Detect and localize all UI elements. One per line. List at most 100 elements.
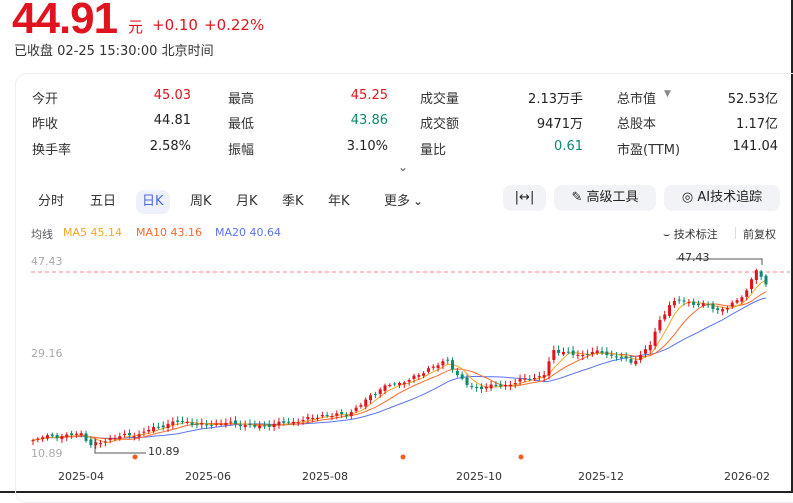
candle-body: [238, 424, 242, 427]
candle-body: [470, 385, 474, 387]
candle-body: [234, 420, 238, 424]
candle-body: [248, 423, 252, 426]
candle-body: [229, 421, 233, 423]
candle-body: [571, 350, 575, 355]
candle-body: [455, 370, 459, 376]
candle-body: [214, 423, 218, 425]
candle-body: [180, 420, 184, 422]
candle-body: [113, 438, 117, 440]
candle-body: [426, 368, 430, 372]
candle-body: [325, 415, 329, 417]
candle-body: [658, 319, 662, 331]
candle-body: [730, 302, 734, 307]
candle-body: [132, 436, 136, 438]
candle-body: [557, 349, 561, 353]
candle-body: [499, 384, 503, 387]
candle-body: [272, 423, 276, 428]
candle-body: [262, 425, 266, 427]
x-tick: 2025-04: [58, 470, 104, 483]
min-marker-line: [94, 438, 146, 454]
candle-body: [89, 439, 93, 446]
candle-body: [716, 308, 720, 311]
candle-body: [55, 435, 59, 439]
candle-body: [725, 308, 729, 310]
candle-body: [369, 395, 373, 401]
x-tick: 2025-06: [185, 470, 231, 483]
candle-body: [687, 302, 691, 304]
candle-body: [152, 427, 156, 432]
candle-body: [484, 386, 488, 389]
x-tick: 2026-02: [724, 470, 770, 483]
min-price-label: 10.89: [148, 445, 180, 458]
candle-body: [672, 301, 676, 306]
event-dot: [132, 454, 138, 460]
candle-body: [639, 354, 643, 360]
y-tick-min: 10.89: [31, 447, 63, 460]
candle-body: [301, 419, 305, 422]
candle-body: [166, 423, 170, 428]
candle-body: [349, 412, 353, 417]
candle-body: [127, 433, 131, 436]
candle-body: [253, 424, 257, 427]
candle-body: [354, 407, 358, 411]
candle-body: [754, 270, 758, 280]
candle-body: [287, 421, 291, 423]
candle-body: [137, 434, 141, 437]
candle-body: [243, 424, 247, 428]
candle-body: [441, 361, 445, 366]
candle-body: [600, 351, 604, 353]
candle-body: [41, 437, 45, 440]
candle-body: [561, 351, 565, 355]
candle-body: [547, 361, 551, 376]
candle-body: [576, 354, 580, 356]
candle-body: [634, 360, 638, 365]
candle-body: [595, 350, 599, 354]
x-tick: 2025-08: [302, 470, 348, 483]
candle-body: [615, 356, 619, 358]
ma5-line: [32, 279, 767, 444]
candle-body: [388, 384, 392, 386]
candle-body: [528, 379, 532, 381]
candle-body: [36, 438, 40, 440]
candle-body: [291, 421, 295, 424]
candle-body: [70, 433, 74, 436]
candle-body: [320, 415, 324, 417]
candle-body: [147, 429, 151, 432]
candle-body: [258, 425, 262, 429]
candle-body: [590, 351, 594, 354]
candle-body: [267, 424, 271, 427]
candle-body: [610, 354, 614, 356]
candle-body: [740, 297, 744, 302]
candle-body: [402, 382, 406, 385]
candle-body: [219, 423, 223, 425]
candle-body: [624, 356, 628, 359]
max-price-label: 47.43: [678, 251, 710, 264]
candle-body: [750, 279, 754, 290]
candle-body: [306, 416, 310, 420]
candle-body: [605, 351, 609, 356]
candle-body: [735, 300, 739, 303]
candle-body: [422, 373, 426, 376]
kline-chart[interactable]: [0, 0, 793, 493]
candle-body: [364, 399, 368, 407]
candle-body: [224, 422, 228, 426]
candle-body: [205, 424, 209, 426]
candle-body: [764, 275, 768, 285]
candle-body: [50, 434, 54, 437]
candle-body: [296, 422, 300, 424]
candle-body: [417, 375, 421, 377]
candle-body: [475, 387, 479, 389]
x-tick: 2025-12: [578, 470, 624, 483]
candle-body: [682, 300, 686, 302]
candle-body: [552, 349, 556, 360]
candle-body: [142, 431, 146, 433]
candle-body: [200, 422, 204, 425]
candle-body: [668, 305, 672, 316]
event-dot: [518, 454, 524, 460]
y-tick-max: 47.43: [31, 255, 63, 268]
candle-body: [412, 375, 416, 379]
candle-body: [398, 382, 401, 386]
candle-body: [721, 309, 725, 312]
candle-body: [745, 290, 749, 297]
candle-body: [537, 376, 541, 378]
